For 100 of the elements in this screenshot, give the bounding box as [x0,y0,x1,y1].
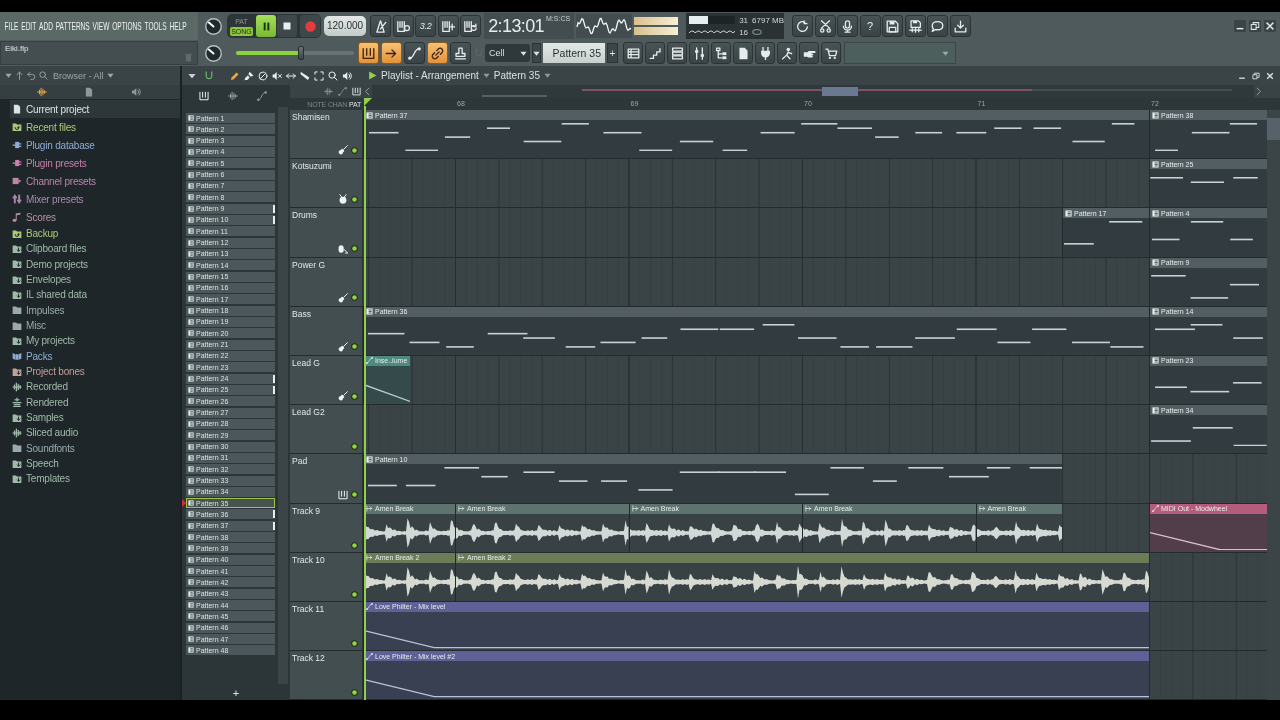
person-button[interactable] [777,42,797,64]
microphone-button[interactable] [837,15,859,37]
guitar-icon[interactable] [338,292,348,303]
track-header[interactable]: Track 12 [290,651,363,700]
plug-button[interactable] [755,42,775,64]
browser-item[interactable]: Plugin database [10,136,180,154]
playlist-pattern[interactable]: Pattern 35 [493,70,540,81]
browser-title[interactable]: Browser - All [53,70,104,81]
menu-item[interactable]: PATTERNS [55,20,90,32]
restore-icon[interactable] [1251,70,1261,81]
magnet-icon[interactable] [204,70,214,81]
menu-item[interactable]: HELP [169,20,187,32]
cart-button[interactable] [821,42,841,64]
dropdown-field[interactable] [844,42,956,64]
toggle-led-icon[interactable] [351,491,358,498]
browser-item[interactable]: Scores [10,208,180,226]
menu-item[interactable]: FILE [4,20,19,32]
knife-icon[interactable] [300,70,310,81]
slip-icon[interactable] [286,70,296,81]
file-button[interactable] [733,42,753,64]
pencil-icon[interactable] [230,70,240,81]
browser-item[interactable]: Sliced audio [10,425,180,441]
browser-item[interactable]: Recorded [10,379,180,395]
toggle-led-icon[interactable] [351,541,358,549]
curve-toggle[interactable] [404,42,425,64]
curve-icon[interactable] [338,87,347,96]
slider-handle[interactable] [297,46,304,60]
browser-item[interactable]: Misc [10,317,180,334]
track-header[interactable]: Bass [290,306,363,355]
list-button[interactable] [667,42,687,64]
caret-icon[interactable] [482,72,490,79]
play-icon[interactable] [368,71,377,80]
keys-toggle[interactable] [358,42,379,64]
toggle-led-icon[interactable] [351,195,358,203]
mixer-button[interactable] [689,42,709,64]
toggle-led-icon[interactable] [351,590,358,598]
keys-icon[interactable] [338,489,348,500]
floppy-wave-button[interactable] [904,15,926,37]
browser-item[interactable]: Speech [10,455,180,472]
guitar-icon[interactable] [338,145,348,156]
link-toggle[interactable] [427,42,448,64]
browser-item[interactable]: My projects [10,333,180,349]
toggle-led-icon[interactable] [351,392,358,400]
browser-item[interactable]: Packs [10,348,180,364]
browser-item[interactable]: Backup [10,226,180,242]
track-header[interactable]: Shamisen [290,110,363,159]
toggle-led-icon[interactable] [351,640,358,648]
browser-item[interactable]: Channel presets [10,172,180,190]
undo-icon[interactable] [27,71,36,80]
browser-item[interactable]: Mixer presets [10,190,180,208]
dial-knob[interactable] [205,44,222,62]
keys-plus-button[interactable] [437,15,459,37]
search-icon[interactable] [39,71,48,80]
drum-kit-icon[interactable] [338,243,348,254]
add-button[interactable]: + [232,687,240,699]
speaker-icon[interactable] [131,87,142,97]
browser-item[interactable]: Current project [10,100,180,118]
caret-icon[interactable] [106,72,114,79]
help-button[interactable]: ? [859,15,881,37]
caret-icon[interactable] [188,71,196,80]
speaker-icon[interactable] [342,70,352,81]
toggle-led-icon[interactable] [351,343,358,351]
metronome-button[interactable] [370,15,392,37]
menu-item[interactable]: OPTIONS [112,20,142,32]
refresh-button[interactable] [792,15,814,37]
snap-dropdown[interactable]: Cell [485,44,530,62]
track-header[interactable]: Drums [290,208,363,257]
stamp-toggle[interactable] [450,42,471,64]
playlist-title[interactable]: Playlist - Arrangement [381,70,479,81]
track-header[interactable]: Lead G2 [290,405,363,454]
scissors-button[interactable] [814,15,836,37]
close-icon[interactable] [1265,70,1275,81]
menu-item[interactable]: ADD [39,20,53,32]
keys-loop-button[interactable] [460,15,482,37]
menu-item[interactable]: EDIT [21,20,37,32]
browser-item[interactable]: Samples [10,409,180,426]
menu-item[interactable]: VIEW [92,20,110,32]
waveform-icon[interactable] [324,87,333,96]
browser-item[interactable]: Clipboard files [10,241,180,257]
minimize-icon[interactable] [1234,20,1246,32]
play-button[interactable] [256,15,276,37]
browser-item[interactable]: Envelopes [10,272,180,288]
tempo-field[interactable]: 120.000 [324,16,367,36]
countdown-button[interactable]: 3.2 [415,15,437,37]
browser-item[interactable]: Impulses [10,302,180,318]
toggle-led-icon[interactable] [351,294,358,302]
caret-icon[interactable] [544,72,551,79]
curve-icon[interactable] [256,91,267,101]
pattern-field[interactable]: Pattern 35 [543,43,605,63]
toggle-led-icon[interactable] [351,245,358,253]
track-header[interactable]: Track 9 [290,503,363,552]
keys-icon[interactable] [199,91,210,101]
select-box-icon[interactable] [314,70,324,81]
close-icon[interactable] [1264,20,1276,32]
pattern-menu-button[interactable] [532,43,541,63]
track-header[interactable]: Track 11 [290,601,363,651]
waveform-icon[interactable] [36,87,47,97]
search-icon[interactable] [328,70,338,81]
pointing-hand-button[interactable] [799,42,819,64]
arrow-toggle[interactable] [381,42,402,64]
